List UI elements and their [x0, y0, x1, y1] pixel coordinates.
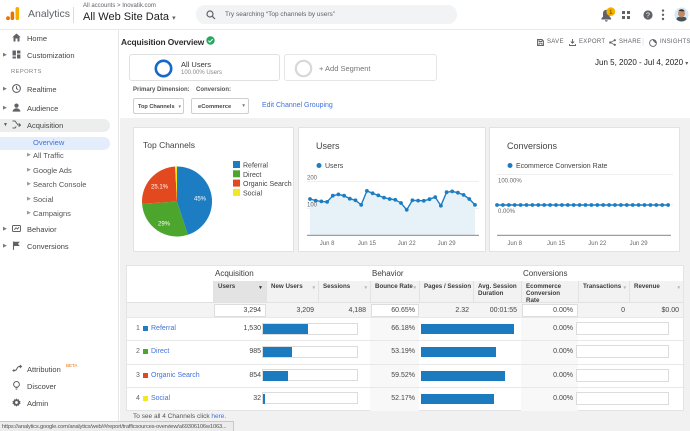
svg-text:?: ?	[646, 13, 650, 20]
svg-text:Referral: Referral	[243, 163, 268, 170]
svg-text:29%: 29%	[158, 222, 171, 228]
svg-text:Jun 15: Jun 15	[358, 241, 377, 247]
svg-text:100: 100	[307, 202, 318, 208]
svg-text:1: 1	[609, 9, 613, 16]
svg-text:Jun 22: Jun 22	[398, 241, 417, 247]
svg-text:Organic Search: Organic Search	[243, 181, 292, 188]
svg-text:Social: Social	[243, 190, 263, 197]
svg-text:Jun 8: Jun 8	[507, 241, 522, 247]
svg-text:Jun 29: Jun 29	[438, 241, 457, 247]
svg-text:25.1%: 25.1%	[151, 185, 169, 191]
svg-text:100.00%: 100.00%	[498, 179, 522, 185]
svg-text:Users: Users	[325, 163, 344, 170]
svg-text:Direct: Direct	[243, 172, 261, 179]
svg-text:200: 200	[307, 175, 318, 181]
svg-text:Jun 8: Jun 8	[320, 241, 335, 247]
svg-text:Jun 15: Jun 15	[547, 241, 566, 247]
svg-text:Ecommerce Conversion Rate: Ecommerce Conversion Rate	[516, 163, 608, 170]
svg-text:0.00%: 0.00%	[498, 209, 516, 215]
svg-text:Jun 29: Jun 29	[630, 241, 649, 247]
svg-text:45%: 45%	[194, 197, 207, 203]
svg-text:Jun 22: Jun 22	[588, 241, 607, 247]
